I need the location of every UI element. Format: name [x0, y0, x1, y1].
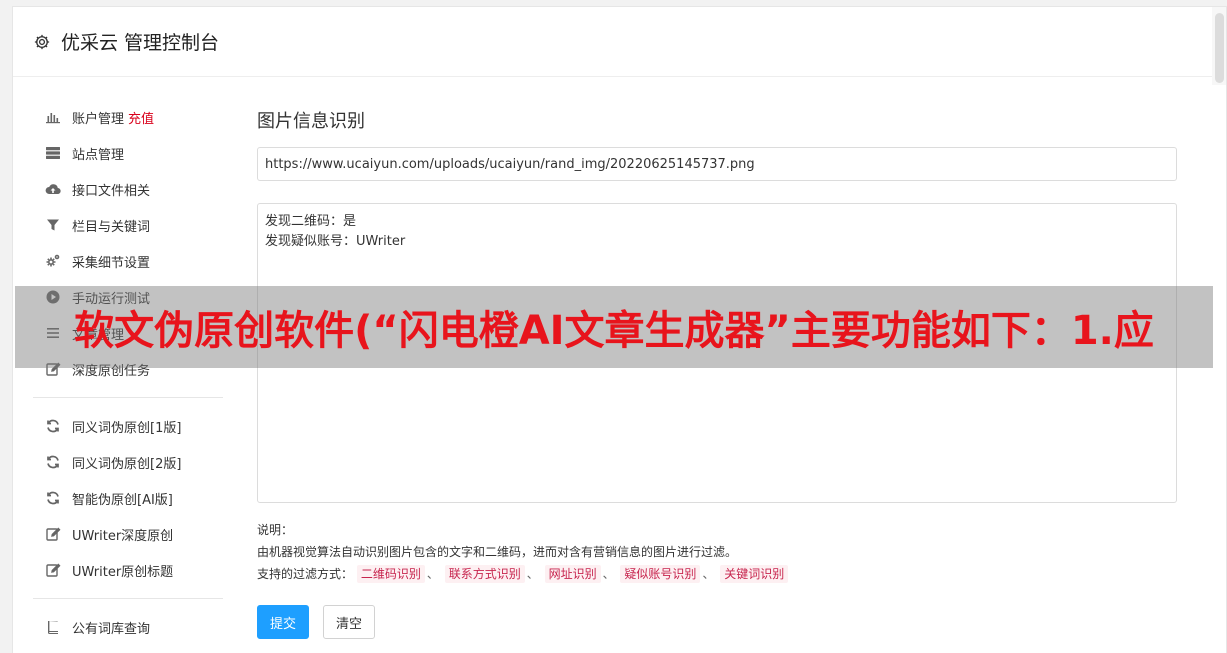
- section-title: 图片信息识别: [257, 111, 365, 132]
- sidebar-item-label: 接口文件相关: [72, 183, 151, 199]
- tag-separator: 、: [602, 567, 615, 581]
- sidebar-item-deep-original[interactable]: 深度原创任务: [33, 351, 223, 387]
- refresh-icon: [44, 489, 62, 507]
- sidebar-item-label: 账户管理: [72, 111, 125, 127]
- sidebar-item-sites[interactable]: 站点管理: [33, 135, 223, 171]
- submit-button[interactable]: 提交: [257, 605, 310, 639]
- sidebar-item-uwriter-deep[interactable]: UWriter深度原创: [33, 516, 223, 552]
- sidebar-item-account[interactable]: 账户管理 充值: [33, 99, 223, 135]
- sidebar-item-public-lexicon[interactable]: 公有词库查询: [33, 609, 223, 645]
- action-buttons: 提交 清空: [257, 605, 1177, 639]
- sidebar: 账户管理 充值 站点管理 接口文件相关 栏目与关键词 采集细节设置 手动运行测试…: [33, 99, 223, 645]
- server-icon: [44, 144, 62, 162]
- page-title: 优采云 管理控制台: [61, 32, 220, 54]
- filter-tag: 关键词识别: [720, 565, 789, 583]
- sidebar-item-label: 站点管理: [72, 147, 125, 163]
- notes: 说明： 由机器视觉算法自动识别图片包含的文字和二维码，进而对含有营销信息的图片进…: [257, 519, 1177, 585]
- filter-icon: [44, 216, 62, 234]
- sidebar-item-label: 深度原创任务: [72, 363, 151, 379]
- sidebar-item-ai-rewrite[interactable]: 智能伪原创[AI版]: [33, 480, 223, 516]
- scrollbar[interactable]: [1212, 7, 1226, 85]
- edit-icon: [44, 525, 62, 543]
- refresh-icon: [44, 453, 62, 471]
- main-panel: 优采云 管理控制台 账户管理 充值 站点管理 接口文件相关 栏目与关键词 采集细…: [12, 6, 1227, 653]
- filter-methods: 支持的过滤方式： 二维码识别、 联系方式识别、 网址识别、 疑似账号识别、 关键…: [257, 563, 1177, 585]
- cogs-icon: [44, 252, 62, 270]
- bar-chart-icon: [44, 108, 62, 126]
- notes-description: 由机器视觉算法自动识别图片包含的文字和二维码，进而对含有营销信息的图片进行过滤。: [257, 545, 738, 559]
- list-icon: [44, 324, 62, 342]
- sidebar-item-label: 同义词伪原创[2版]: [72, 456, 182, 472]
- scrollbar-thumb[interactable]: [1215, 13, 1224, 83]
- play-circle-icon: [44, 288, 62, 306]
- sidebar-item-collect-settings[interactable]: 采集细节设置: [33, 243, 223, 279]
- main-content: 图片信息识别 说明： 由机器视觉算法自动识别图片包含的文字和二维码，进而对含有营…: [257, 107, 1177, 639]
- sidebar-item-articles[interactable]: 文章管理: [33, 315, 223, 351]
- gear-icon: [34, 34, 50, 49]
- sidebar-item-label: UWriter原创标题: [72, 564, 174, 580]
- sidebar-item-label: 手动运行测试: [72, 291, 151, 307]
- sidebar-item-uwriter-title[interactable]: UWriter原创标题: [33, 552, 223, 588]
- sidebar-divider: [33, 397, 223, 398]
- filter-tag: 二维码识别: [356, 565, 425, 583]
- sidebar-item-label: 公有词库查询: [72, 621, 151, 637]
- edit-icon: [44, 360, 62, 378]
- refresh-icon: [44, 417, 62, 435]
- sidebar-item-interface-files[interactable]: 接口文件相关: [33, 171, 223, 207]
- tag-separator: 、: [426, 567, 439, 581]
- tag-separator: 、: [702, 567, 715, 581]
- sidebar-item-synonym-v1[interactable]: 同义词伪原创[1版]: [33, 408, 223, 444]
- tag-separator: 、: [526, 567, 539, 581]
- sidebar-item-synonym-v2[interactable]: 同义词伪原创[2版]: [33, 444, 223, 480]
- edit-icon: [44, 561, 62, 579]
- sidebar-item-label: 智能伪原创[AI版]: [72, 492, 173, 508]
- filter-label: 支持的过滤方式：: [257, 567, 354, 581]
- notes-label: 说明：: [257, 523, 294, 537]
- sidebar-divider: [33, 598, 223, 599]
- sidebar-item-label: 同义词伪原创[1版]: [72, 420, 182, 436]
- sidebar-item-label: 栏目与关键词: [72, 219, 151, 235]
- sidebar-item-label: 文章管理: [72, 327, 125, 343]
- clear-button[interactable]: 清空: [323, 605, 376, 639]
- filter-tag: 疑似账号识别: [620, 565, 701, 583]
- sidebar-item-label: 采集细节设置: [72, 255, 151, 271]
- sidebar-item-manual-run[interactable]: 手动运行测试: [33, 279, 223, 315]
- book-icon: [44, 618, 62, 636]
- filter-tag: 联系方式识别: [444, 565, 525, 583]
- filter-tag: 网址识别: [544, 565, 601, 583]
- recharge-link[interactable]: 充值: [128, 108, 154, 127]
- page-header: 优采云 管理控制台: [13, 7, 1226, 77]
- result-textarea[interactable]: [257, 203, 1177, 503]
- cloud-upload-icon: [44, 180, 62, 198]
- image-url-input[interactable]: [257, 147, 1177, 181]
- sidebar-item-columns-keywords[interactable]: 栏目与关键词: [33, 207, 223, 243]
- sidebar-item-label: UWriter深度原创: [72, 528, 174, 544]
